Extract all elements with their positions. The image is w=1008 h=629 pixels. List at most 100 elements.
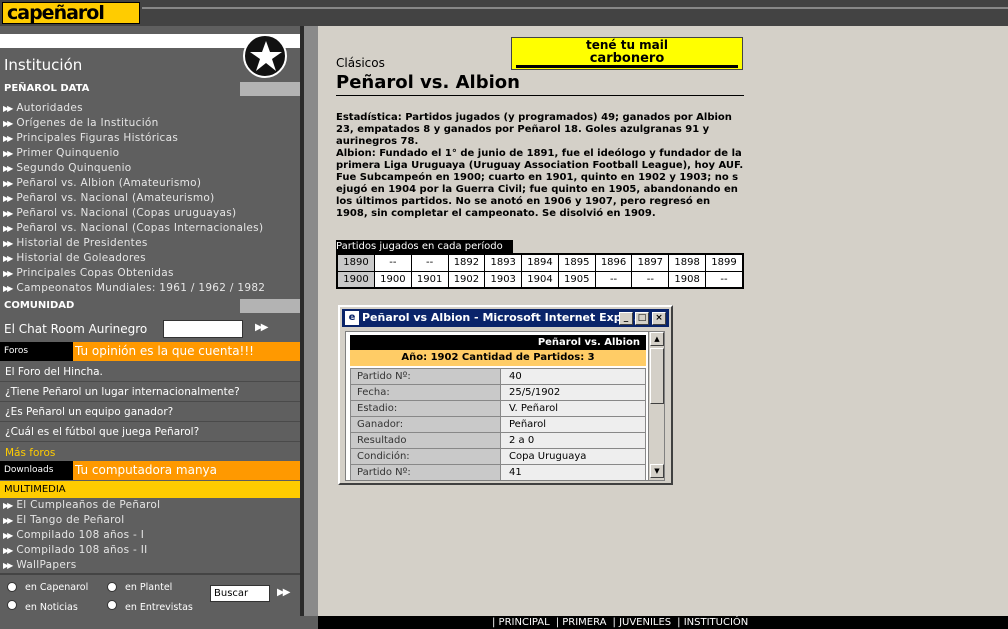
site-logo[interactable]: capeñarol bbox=[2, 2, 140, 24]
double-arrow-icon: ▶▶ bbox=[3, 209, 13, 218]
close-icon[interactable]: × bbox=[652, 312, 666, 325]
period-cell[interactable]: 1898 bbox=[668, 253, 706, 272]
search-input[interactable]: Buscar bbox=[210, 585, 270, 602]
period-cell[interactable]: 1904 bbox=[521, 270, 559, 289]
article-body: Estadística: Partidos jugados (y program… bbox=[336, 112, 744, 220]
foros-band: Foros Tu opinión es la que cuenta!!! bbox=[0, 342, 300, 361]
section-label: Clásicos bbox=[336, 56, 385, 70]
multimedia-item[interactable]: ▶▶ WallPapers bbox=[0, 558, 300, 573]
penarol-data-item[interactable]: ▶▶ Primer Quinquenio bbox=[0, 146, 300, 161]
penarol-data-item[interactable]: ▶▶ Peñarol vs. Nacional (Copas uruguayas) bbox=[0, 206, 300, 221]
penarol-data-item[interactable]: ▶▶ Autoridades bbox=[0, 101, 300, 116]
period-cell[interactable]: 1896 bbox=[594, 253, 633, 272]
footer-link[interactable]: | INSTITUCIÓN bbox=[677, 617, 748, 628]
period-grid: 1890 -- -- 1892 1893 1894 1895 1896 1897 1898 1899… bbox=[336, 253, 744, 289]
banner-line-1: tené tu mail bbox=[585, 38, 669, 52]
double-arrow-icon: ▶▶ bbox=[3, 179, 13, 188]
downloads-tag[interactable]: Downloads bbox=[0, 461, 73, 480]
penarol-data-item[interactable]: ▶▶ Principales Figuras Históricas bbox=[0, 131, 300, 146]
chat-go-arrow-icon[interactable]: ▶▶ bbox=[255, 322, 268, 333]
penarol-data-item[interactable]: ▶▶ Historial de Goleadores bbox=[0, 251, 300, 266]
double-arrow-icon: ▶▶ bbox=[3, 516, 13, 525]
ie-icon: e bbox=[345, 311, 359, 325]
footer-link[interactable]: | PRIMERA bbox=[556, 617, 607, 628]
penarol-data-item[interactable]: ▶▶ Peñarol vs. Nacional (Amateurismo) bbox=[0, 191, 300, 206]
period-cell[interactable]: 1895 bbox=[557, 253, 596, 272]
radio-entrevistas[interactable] bbox=[107, 600, 117, 610]
period-cell[interactable]: 1903 bbox=[484, 270, 523, 289]
article-paragraph-history: Albion: Fundado el 1° de junio de 1891, … bbox=[336, 148, 744, 219]
sidebar-divider-shade bbox=[304, 26, 318, 616]
double-arrow-icon: ▶▶ bbox=[3, 149, 13, 158]
match-detail-value: Copa Uruguaya bbox=[500, 448, 646, 465]
popup-scrollbar[interactable]: ▲ ▼ bbox=[648, 332, 664, 480]
period-cell[interactable]: 1899 bbox=[705, 253, 744, 272]
multimedia-item[interactable]: ▶▶ Compilado 108 años - I bbox=[0, 528, 300, 543]
penarol-data-item-label: Peñarol vs. Nacional (Amateurismo) bbox=[16, 192, 215, 204]
period-cell[interactable]: 1902 bbox=[447, 270, 486, 289]
match-detail-value: 2 a 0 bbox=[500, 432, 646, 449]
minimize-icon[interactable]: _ bbox=[619, 312, 633, 325]
scroll-up-icon[interactable]: ▲ bbox=[650, 332, 664, 346]
period-cell: -- bbox=[594, 270, 633, 289]
chat-room-link[interactable]: El Chat Room Aurinegro bbox=[4, 322, 147, 336]
penarol-data-item[interactable]: ▶▶ Principales Copas Obtenidas bbox=[0, 266, 300, 281]
radio-label-noticias: en Noticias bbox=[25, 602, 78, 613]
period-cell[interactable]: 1905 bbox=[557, 270, 596, 289]
penarol-data-menu: ▶▶ Autoridades ▶▶ Orígenes de la Institució… bbox=[0, 101, 300, 296]
popup-header: Peñarol vs. Albion bbox=[350, 335, 646, 350]
top-bar: capeñarol bbox=[0, 0, 1008, 26]
popup-title-bar[interactable]: e Peñarol vs Albion - Microsoft Internet… bbox=[342, 309, 669, 327]
penarol-data-item[interactable]: ▶▶ Segundo Quinquenio bbox=[0, 161, 300, 176]
popup-body: Peñarol vs. Albion Año: 1902 Cantidad de… bbox=[345, 331, 665, 481]
period-cell[interactable]: 1908 bbox=[668, 270, 706, 289]
period-cell[interactable]: 1897 bbox=[631, 253, 670, 272]
match-detail-value: Peñarol bbox=[500, 416, 646, 433]
match-detail-value: V. Peñarol bbox=[500, 400, 646, 417]
footer-link[interactable]: | JUVENILES bbox=[613, 617, 672, 628]
penarol-data-item[interactable]: ▶▶ Orígenes de la Institución bbox=[0, 116, 300, 131]
search-go-arrow-icon[interactable]: ▶▶ bbox=[277, 587, 290, 598]
period-row-label: 1900 bbox=[336, 270, 375, 289]
multimedia-item[interactable]: ▶▶ El Cumpleaños de Peñarol bbox=[0, 498, 300, 513]
forum-topic-link[interactable]: El Foro del Hincha. bbox=[0, 362, 300, 382]
match-detail-value: 41 bbox=[500, 464, 646, 480]
period-cell[interactable]: 1893 bbox=[484, 253, 523, 272]
period-cell[interactable]: 1894 bbox=[521, 253, 559, 272]
multimedia-item-label: El Cumpleaños de Peñarol bbox=[16, 499, 161, 511]
scroll-thumb[interactable] bbox=[650, 348, 664, 404]
radio-label-entrevistas: en Entrevistas bbox=[125, 602, 193, 613]
forum-topic-link[interactable]: ¿Es Peñarol un equipo ganador? bbox=[0, 402, 300, 422]
period-cell[interactable]: 1900 bbox=[373, 270, 412, 289]
forum-topic-link[interactable]: ¿Cuál es el fútbol que juega Peñarol? bbox=[0, 422, 300, 442]
penarol-data-item-label: Orígenes de la Institución bbox=[16, 117, 159, 129]
match-detail-row: Fecha: 25/5/1902 bbox=[350, 384, 646, 401]
penarol-data-item[interactable]: ▶▶ Peñarol vs. Nacional (Copas Internacio… bbox=[0, 221, 300, 236]
foros-message[interactable]: Tu opinión es la que cuenta!!! bbox=[73, 342, 300, 361]
multimedia-item[interactable]: ▶▶ Compilado 108 años - II bbox=[0, 543, 300, 558]
penarol-data-item[interactable]: ▶▶ Historial de Presidentes bbox=[0, 236, 300, 251]
popup-subheader: Año: 1902 Cantidad de Partidos: 3 bbox=[350, 350, 646, 366]
maximize-icon[interactable]: □ bbox=[635, 312, 649, 325]
period-cell[interactable]: 1892 bbox=[447, 253, 486, 272]
more-forums-link[interactable]: Más foros bbox=[0, 446, 300, 461]
radio-noticias[interactable] bbox=[7, 600, 17, 610]
mail-carbonero-banner[interactable]: tené tu mail carbonero bbox=[511, 37, 743, 70]
radio-capenarol[interactable] bbox=[7, 582, 17, 592]
period-table-caption: Partidos jugados en cada período bbox=[336, 240, 513, 253]
penarol-data-item-label: Principales Figuras Históricas bbox=[16, 132, 179, 144]
downloads-message[interactable]: Tu computadora manya bbox=[73, 461, 300, 480]
radio-plantel[interactable] bbox=[107, 582, 117, 592]
forum-topic-link[interactable]: ¿Tiene Peñarol un lugar internacionalmen… bbox=[0, 382, 300, 402]
match-detail-key: Resultado bbox=[350, 432, 501, 449]
chat-nickname-input[interactable] bbox=[163, 320, 243, 338]
penarol-data-item[interactable]: ▶▶ Peñarol vs. Albion (Amateurismo) bbox=[0, 176, 300, 191]
scroll-down-icon[interactable]: ▼ bbox=[650, 464, 664, 478]
footer-link[interactable]: | PRINCIPAL bbox=[492, 617, 550, 628]
penarol-data-item[interactable]: ▶▶ Campeonatos Mundiales: 1961 / 1962 / 1… bbox=[0, 281, 300, 296]
double-arrow-icon: ▶▶ bbox=[3, 239, 13, 248]
star-emblem-icon bbox=[243, 34, 287, 78]
foros-tag[interactable]: Foros bbox=[0, 342, 73, 361]
period-cell[interactable]: 1901 bbox=[410, 270, 449, 289]
multimedia-item[interactable]: ▶▶ El Tango de Peñarol bbox=[0, 513, 300, 528]
